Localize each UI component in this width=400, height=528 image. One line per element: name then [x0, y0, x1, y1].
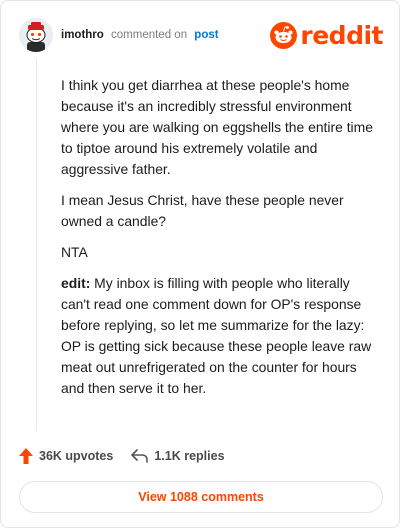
edit-label: edit:: [61, 275, 91, 291]
upvote-button[interactable]: 36K upvotes: [19, 448, 113, 464]
reddit-logo[interactable]: reddit: [270, 21, 383, 50]
comment-footer: 36K upvotes 1.1K replies: [19, 445, 225, 467]
edit-text: My inbox is filling with people who lite…: [61, 275, 372, 396]
comment-card: imothro commented on post reddit I think…: [0, 0, 400, 528]
comment-paragraph-1: I think you get diarrhea at these people…: [61, 77, 373, 177]
action-text: commented on: [111, 29, 188, 41]
comment-edit-paragraph: edit: My inbox is filling with people wh…: [61, 273, 377, 399]
snoo-avatar-icon: [19, 18, 53, 52]
thread-line[interactable]: [36, 59, 37, 431]
username[interactable]: imothro: [61, 29, 104, 41]
comment-paragraph-2: I mean Jesus Christ, have these people n…: [61, 192, 344, 229]
view-comments-button[interactable]: View 1088 comments: [19, 481, 383, 513]
reply-arrow-icon: [131, 449, 149, 463]
reddit-alien-icon: [270, 21, 298, 49]
avatar[interactable]: [19, 18, 53, 52]
comment-paragraph-3: NTA: [61, 244, 88, 260]
upvote-arrow-icon: [19, 448, 33, 464]
post-link[interactable]: post: [194, 29, 218, 41]
reply-count: 1.1K replies: [154, 449, 225, 463]
upvote-count: 36K upvotes: [39, 449, 114, 463]
comment-meta: imothro commented on post: [61, 29, 219, 41]
comment-body: I think you get diarrhea at these people…: [61, 75, 377, 409]
reddit-wordmark: reddit: [300, 20, 383, 50]
comment-header: imothro commented on post reddit: [19, 15, 383, 55]
replies-button[interactable]: 1.1K replies: [131, 449, 225, 463]
